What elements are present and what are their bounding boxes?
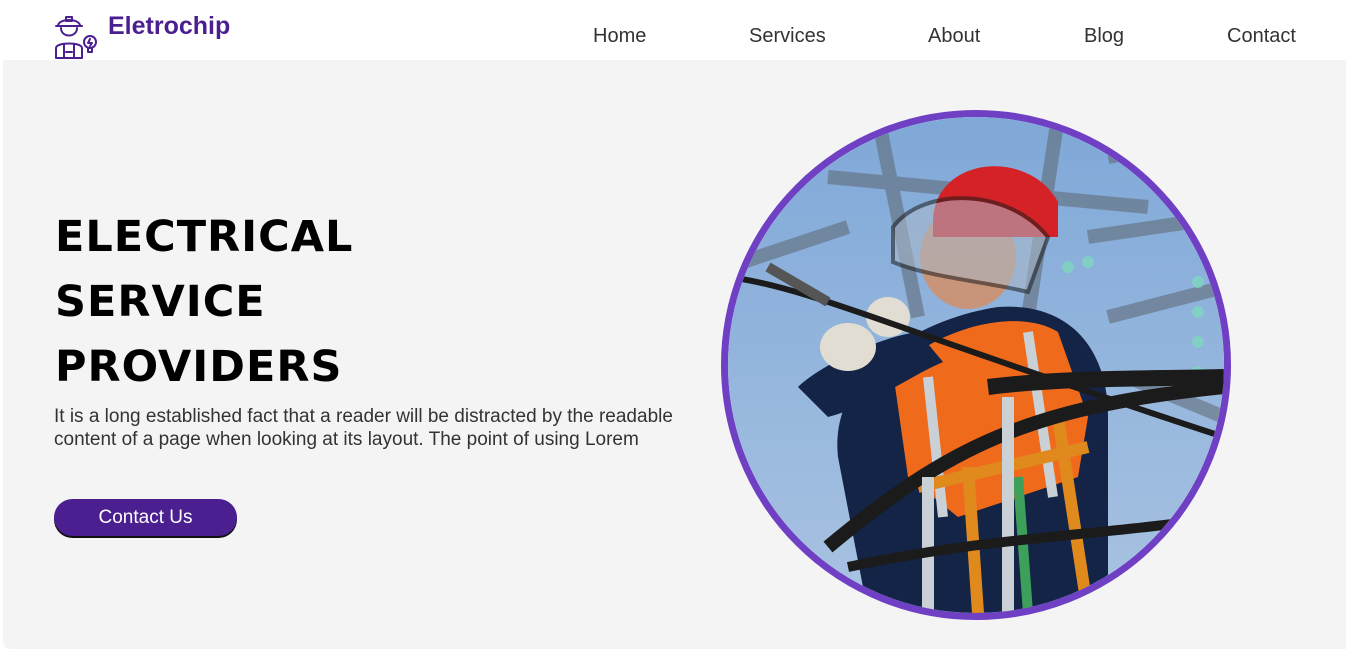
hero-description: It is a long established fact that a rea… xyxy=(54,406,673,450)
main-nav: Home Services About Blog Contact xyxy=(0,25,1346,55)
navbar: Eletrochip Home Services About Blog Cont… xyxy=(0,0,1346,60)
nav-contact-link[interactable]: Contact xyxy=(1227,25,1296,48)
nav-about-link[interactable]: About xyxy=(928,25,980,48)
contact-us-button[interactable]: Contact Us xyxy=(54,499,237,536)
nav-home-link[interactable]: Home xyxy=(593,25,646,48)
hero-title-line: PROVIDERS xyxy=(55,342,343,392)
nav-services-link[interactable]: Services xyxy=(749,25,826,48)
hero-image-frame xyxy=(721,110,1231,620)
nav-blog-link[interactable]: Blog xyxy=(1084,25,1124,48)
hero-title: ELECTRICAL SERVICE PROVIDERS xyxy=(55,205,353,400)
hero-title-line: SERVICE xyxy=(55,277,266,327)
hero-title-line: ELECTRICAL xyxy=(55,212,354,262)
electrician-at-work-photo xyxy=(728,117,1224,613)
